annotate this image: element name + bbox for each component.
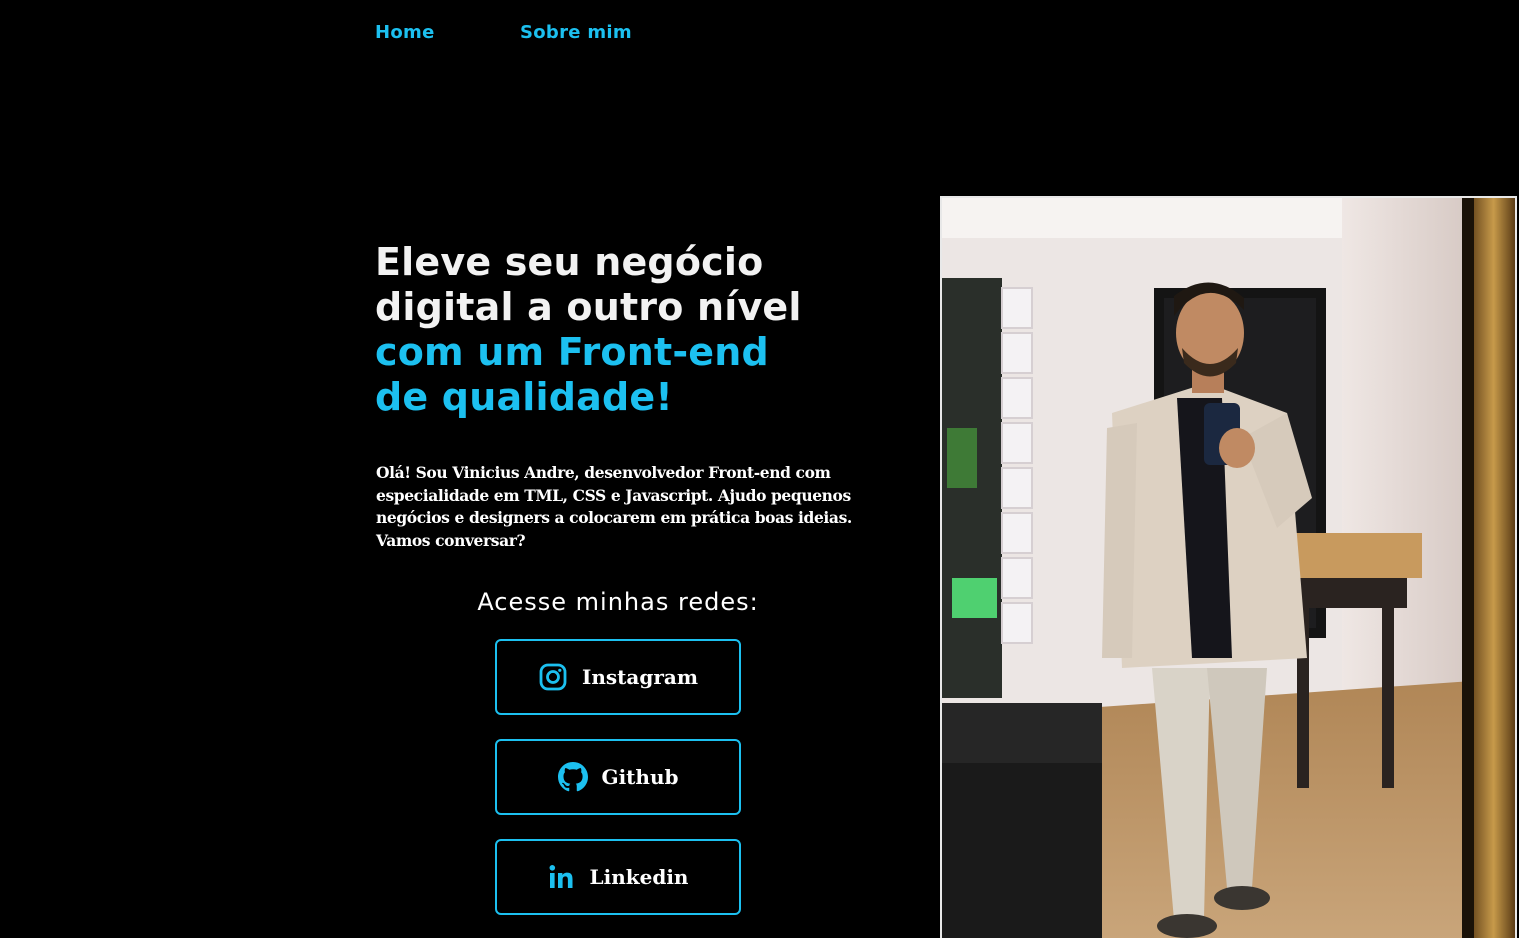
linkedin-button[interactable]: Linkedin [495,839,741,915]
social-heading: Acesse minhas redes: [477,588,759,616]
nav-link-sobre-mim[interactable]: Sobre mim [520,22,632,43]
hero-title-line-3: com um Front-end [375,330,769,374]
linkedin-icon [548,863,576,891]
nav-link-home[interactable]: Home [375,22,520,43]
top-nav: Home Sobre mim [375,22,632,43]
hero-title-line-1: Eleve seu negócio [375,240,764,284]
instagram-label: Instagram [582,665,698,689]
intro-paragraph: Olá! Sou Vinicius Andre, desenvolvedor F… [376,463,852,550]
github-button[interactable]: Github [495,739,741,815]
hero-title-line-2: digital a outro nível [375,285,802,329]
github-icon [557,762,588,792]
linkedin-label: Linkedin [589,865,689,889]
instagram-button[interactable]: Instagram [495,639,741,715]
instagram-icon [538,662,568,692]
github-label: Github [601,765,679,789]
hero-title: Eleve seu negócio digital a outro nível … [375,240,895,420]
profile-photo [940,196,1517,938]
hero-title-line-4: de qualidade! [375,375,673,419]
